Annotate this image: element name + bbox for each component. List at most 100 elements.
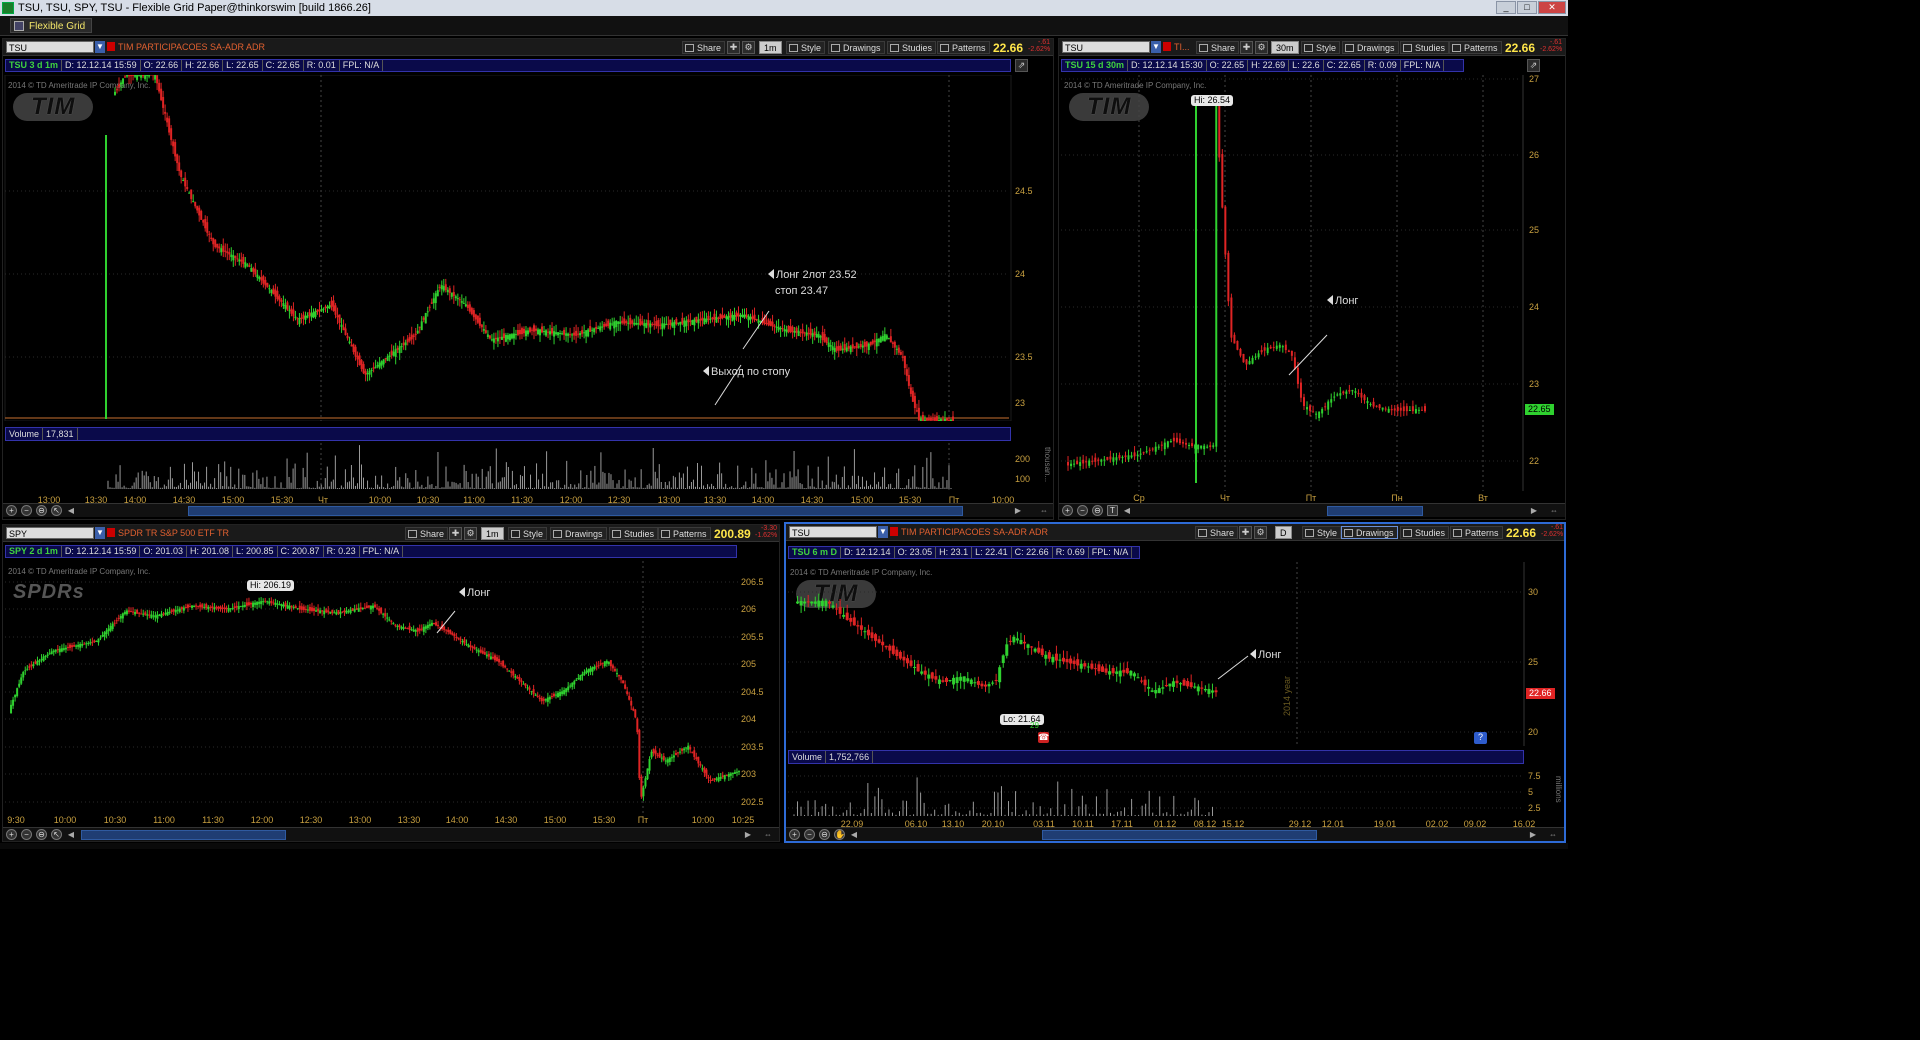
zoom-out-icon[interactable]: −	[21, 829, 32, 840]
style-button[interactable]: Style	[1302, 526, 1342, 539]
chart-scrollbar[interactable]: + − ⊖ ✋ ◀ ▶ ⇔	[786, 827, 1564, 841]
zoom-in-icon[interactable]: +	[6, 505, 17, 516]
drawings-button[interactable]: Drawings	[550, 527, 607, 540]
symbol-dropdown-icon[interactable]: ▼	[95, 41, 105, 53]
scroll-left-arrow[interactable]: ◀	[1122, 506, 1132, 516]
symbol-dropdown-icon[interactable]: ▼	[1151, 41, 1161, 53]
flexible-grid-tab[interactable]: Flexible Grid	[10, 18, 93, 33]
candle-body	[286, 302, 289, 310]
chart-scrollbar[interactable]: + − ⊖ ↖ ◀ ▶ ⇔	[3, 827, 779, 841]
price-chart[interactable]: 27 26 25 24 23 22 Ср Чт Пт Пн Вт	[1059, 75, 1563, 503]
close-button[interactable]: ✕	[1538, 1, 1566, 14]
candle-body	[569, 334, 572, 336]
wrench-icon[interactable]: ⚙	[464, 527, 477, 540]
drawings-button[interactable]: Drawings	[828, 41, 885, 54]
style-button[interactable]: Style	[508, 527, 548, 540]
wrench-icon[interactable]: ⚙	[742, 41, 755, 54]
drawings-button[interactable]: Drawings	[1342, 41, 1399, 54]
expand-chart-icon[interactable]: ⇗	[1015, 59, 1028, 72]
symbol-input[interactable]: SPY	[6, 527, 94, 539]
earnings-icon[interactable]: ☎	[1038, 732, 1049, 743]
expand-time-icon[interactable]: ⇔	[1039, 506, 1049, 516]
reset-icon[interactable]: ⊖	[36, 505, 47, 516]
share-button[interactable]: Share	[1195, 526, 1239, 539]
price-chart[interactable]: 206.5 206 205.5 205 204.5 204 203.5 203 202.5 9:3…	[3, 561, 777, 825]
studies-button[interactable]: Studies	[609, 527, 659, 540]
symbol-dropdown-icon[interactable]: ▼	[878, 526, 888, 538]
scroll-thumb[interactable]	[1042, 830, 1317, 840]
crosshair-icon[interactable]: ✚	[449, 527, 462, 540]
arrow-left-icon	[703, 366, 709, 376]
zoom-in-icon[interactable]: +	[789, 829, 800, 840]
scroll-thumb[interactable]	[188, 506, 963, 516]
scroll-right-arrow[interactable]: ▶	[743, 830, 753, 840]
studies-button[interactable]: Studies	[887, 41, 937, 54]
share-button[interactable]: Share	[405, 527, 449, 540]
share-button[interactable]: Share	[682, 41, 726, 54]
volume-chart[interactable]: 200100 thousan...13:00 13:30 14:00 14:30 15:0…	[3, 443, 1051, 505]
patterns-button[interactable]: Patterns	[658, 527, 711, 540]
scroll-left-arrow[interactable]: ◀	[849, 830, 859, 840]
price-chart[interactable]: 24.5 24 23.5 23	[3, 75, 1051, 421]
candle-body	[1290, 350, 1293, 356]
studies-button[interactable]: Studies	[1400, 526, 1450, 539]
scroll-thumb[interactable]	[81, 830, 286, 840]
candle-body	[1076, 659, 1080, 666]
symbol-input[interactable]: TSU	[789, 526, 877, 538]
info-high: H: 22.69	[1248, 60, 1290, 71]
help-icon[interactable]: ?	[1474, 732, 1487, 744]
reset-icon[interactable]: ⊖	[1092, 505, 1103, 516]
zoom-out-icon[interactable]: −	[21, 505, 32, 516]
style-button[interactable]: Style	[1301, 41, 1341, 54]
patterns-button[interactable]: Patterns	[1450, 526, 1503, 539]
zoom-in-icon[interactable]: +	[1062, 505, 1073, 516]
expand-time-icon[interactable]: ⇔	[1548, 830, 1558, 840]
scroll-left-arrow[interactable]: ◀	[66, 830, 76, 840]
zoom-out-icon[interactable]: −	[1077, 505, 1088, 516]
timeframe-button[interactable]: 30m	[1271, 41, 1299, 54]
expand-time-icon[interactable]: ⇔	[763, 830, 773, 840]
crosshair-icon[interactable]: ✚	[727, 41, 740, 54]
minimize-button[interactable]: _	[1496, 1, 1516, 14]
symbol-input[interactable]: TSU	[1062, 41, 1150, 53]
chart-scrollbar[interactable]: + − ⊖ T ◀ ▶ ⇔	[1059, 503, 1565, 517]
share-button[interactable]: Share	[1196, 41, 1240, 54]
pointer-icon[interactable]: ↖	[51, 829, 62, 840]
zoom-out-icon[interactable]: −	[804, 829, 815, 840]
candle-body	[1278, 344, 1281, 348]
scroll-right-arrow[interactable]: ▶	[1013, 506, 1023, 516]
volume-chart[interactable]: 7.552.5millions22.09 06.10 13.10 20.10 03.11…	[786, 766, 1564, 828]
timeframe-button[interactable]: D	[1275, 526, 1292, 539]
chart-scrollbar[interactable]: + − ⊖ ↖ ◀ ▶ ⇔	[3, 503, 1053, 517]
pointer-icon[interactable]: ↖	[51, 505, 62, 516]
scroll-left-arrow[interactable]: ◀	[66, 506, 76, 516]
patterns-button[interactable]: Patterns	[937, 41, 990, 54]
reset-icon[interactable]: ⊖	[36, 829, 47, 840]
timeframe-button[interactable]: 1m	[481, 527, 504, 540]
candle-body	[787, 326, 790, 332]
text-tool-icon[interactable]: T	[1107, 505, 1118, 516]
maximize-button[interactable]: □	[1517, 1, 1537, 14]
drawings-label: Drawings	[1356, 528, 1394, 538]
drawings-button[interactable]: Drawings	[1341, 526, 1398, 539]
hand-icon[interactable]: ✋	[834, 829, 845, 840]
studies-button[interactable]: Studies	[1400, 41, 1450, 54]
expand-chart-icon[interactable]: ⇗	[1527, 59, 1540, 72]
candle-body	[735, 771, 738, 773]
patterns-button[interactable]: Patterns	[1449, 41, 1502, 54]
expand-time-icon[interactable]: ⇔	[1549, 506, 1559, 516]
symbol-dropdown-icon[interactable]: ▼	[95, 527, 105, 539]
scroll-right-arrow[interactable]: ▶	[1528, 830, 1538, 840]
crosshair-icon[interactable]: ✚	[1239, 526, 1252, 539]
symbol-input[interactable]: TSU	[6, 41, 94, 53]
timeframe-button[interactable]: 1m	[759, 41, 782, 54]
style-button[interactable]: Style	[786, 41, 826, 54]
wrench-icon[interactable]: ⚙	[1255, 41, 1268, 54]
zoom-in-icon[interactable]: +	[6, 829, 17, 840]
crosshair-icon[interactable]: ✚	[1240, 41, 1253, 54]
price-chart[interactable]: 30 25 20	[786, 562, 1564, 746]
reset-icon[interactable]: ⊖	[819, 829, 830, 840]
scroll-thumb[interactable]	[1327, 506, 1423, 516]
wrench-icon[interactable]: ⚙	[1254, 526, 1267, 539]
scroll-right-arrow[interactable]: ▶	[1529, 506, 1539, 516]
